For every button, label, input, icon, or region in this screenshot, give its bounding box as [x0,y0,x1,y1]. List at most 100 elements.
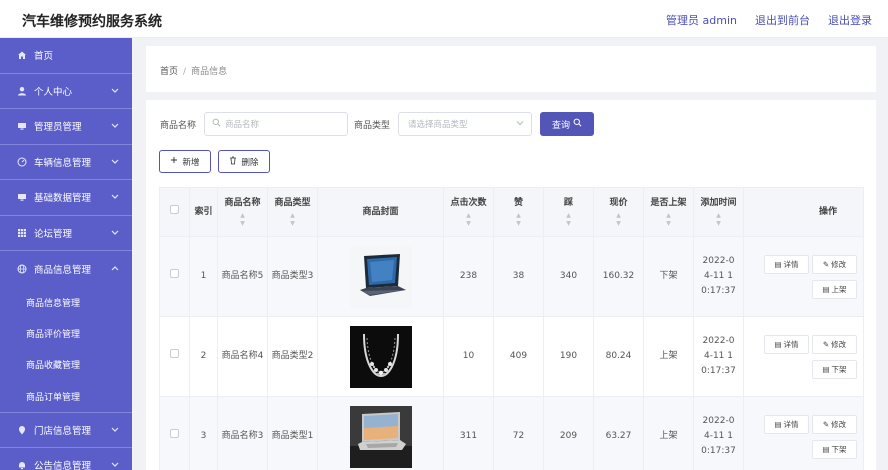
sidebar-item-profile[interactable]: 个人中心 [0,74,132,109]
name-search-input[interactable]: 商品名称 [204,112,349,136]
toggle-sale-button[interactable]: ▤ 上架 [812,279,857,299]
products-submenu: 商品信息管理 商品评价管理 商品收藏管理 商品订单管理 [0,286,132,413]
sort-icon[interactable]: ▲ ▼ [494,212,543,228]
submenu-item-product-reviews[interactable]: 商品评价管理 [0,318,132,349]
row-checkbox[interactable] [170,349,179,358]
cell-added: 2022-04-11 10:17:37 [693,316,744,397]
submenu-item-product-info[interactable]: 商品信息管理 [0,287,132,318]
toggle-sale-button[interactable]: ▤ 下架 [812,439,857,459]
query-button[interactable]: 查询 [540,112,595,136]
pin-icon [16,425,28,435]
cell-price: 160.32 [593,236,644,317]
cell-type: 商品类型1 [267,396,318,470]
sort-icon[interactable]: ▲ ▼ [444,212,493,228]
pencil-icon: ✎ [822,419,830,429]
sidebar-item-label: 车辆信息管理 [34,157,92,169]
header-added[interactable]: 添加时间 ▲ ▼ [693,187,744,237]
row-actions: ▤ 详情 ✎ 修改 ▤ 上架 [748,254,859,299]
name-search-placeholder: 商品名称 [225,120,260,130]
gauge-icon [16,157,28,167]
sort-icon[interactable]: ▲ ▼ [594,212,643,228]
detail-button[interactable]: ▤ 详情 [764,414,809,434]
chevron-down-icon [111,228,119,237]
delete-button-label: 删除 [241,157,259,168]
sidebar-item-vehicles[interactable]: 车辆信息管理 [0,145,132,180]
breadcrumb-current: 商品信息 [191,67,228,77]
plus-icon [170,156,178,167]
header-clicks[interactable]: 点击次数 ▲ ▼ [443,187,494,237]
sidebar-item-home[interactable]: 首页 [0,38,132,74]
pencil-icon: ✎ [822,339,830,349]
row-checkbox[interactable] [170,429,179,438]
row-select-cell [159,236,190,317]
header-label: 点击次数 [450,197,487,208]
product-cover-laptop [349,245,412,308]
cell-ops: ▤ 详情 ✎ 修改 ▤ 上架 [743,236,864,317]
cell-price: 63.27 [593,396,644,470]
sidebar: 首页 个人中心 管理员管理 车辆信息管理 基础数据管理 论坛管理 商品信息管理 … [0,38,132,470]
header-label: 操作 [818,206,837,217]
pencil-icon: ✎ [822,259,830,269]
header-label: 商品类型 [274,197,311,208]
chevron-down-icon [111,425,119,434]
detail-button[interactable]: ▤ 详情 [764,334,809,354]
header-likes[interactable]: 赞 ▲ ▼ [493,187,544,237]
detail-button[interactable]: ▤ 详情 [764,254,809,274]
header-dislikes[interactable]: 踩 ▲ ▼ [543,187,594,237]
chevron-down-icon [516,119,524,129]
app-title: 汽车维修预约服务系统 [22,14,162,30]
edit-button[interactable]: ✎ 修改 [812,414,857,434]
sidebar-item-base-data[interactable]: 基础数据管理 [0,180,132,216]
submenu-item-product-favorites[interactable]: 商品收藏管理 [0,349,132,380]
sort-icon[interactable]: ▲ ▼ [218,212,267,228]
type-select[interactable]: 请选择商品类型 [398,112,533,136]
front-link[interactable]: 退出到前台 [755,12,810,28]
sidebar-item-label: 个人中心 [34,86,73,98]
sort-icon[interactable]: ▲ ▼ [268,212,317,228]
sidebar-item-products[interactable]: 商品信息管理 [0,251,132,287]
toggle-sale-button-label: 下架 [831,444,847,454]
cell-added: 2022-04-11 10:17:37 [693,396,744,470]
monitor-icon [16,121,28,131]
sidebar-item-notices[interactable]: 公告信息管理 [0,448,132,470]
header-price[interactable]: 现价 ▲ ▼ [593,187,644,237]
sidebar-item-label: 商品信息管理 [34,264,92,276]
cell-type: 商品类型2 [267,316,318,397]
submenu-item-product-orders[interactable]: 商品订单管理 [0,380,132,411]
add-button-label: 新增 [182,157,200,168]
sidebar-item-forum[interactable]: 论坛管理 [0,216,132,251]
toggle-sale-button[interactable]: ▤ 下架 [812,359,857,379]
sidebar-item-admins[interactable]: 管理员管理 [0,109,132,145]
breadcrumb-home[interactable]: 首页 [160,67,178,77]
edit-button[interactable]: ✎ 修改 [812,334,857,354]
header-cover: 商品封面 [317,187,444,237]
products-table: 索引 商品名称 ▲ ▼ 商品类型 ▲ ▼ 商品封面 点击次数 ▲ ▼ 赞 ▲ ▼ 踩 ▲ ▼ 现价 ▲… [159,187,864,470]
sort-icon[interactable]: ▲ ▼ [644,212,693,228]
add-button[interactable]: 新增 [159,150,211,173]
header-type[interactable]: 商品类型 ▲ ▼ [267,187,318,237]
sort-icon[interactable]: ▲ ▼ [694,212,743,228]
query-button-label: 查询 [552,120,571,131]
logout-link[interactable]: 退出登录 [828,12,872,28]
header-label: 踩 [563,197,573,208]
sort-icon[interactable]: ▲ ▼ [544,212,593,228]
edit-button[interactable]: ✎ 修改 [812,254,857,274]
detail-button-label: 详情 [783,339,799,349]
sidebar-item-stores[interactable]: 门店信息管理 [0,413,132,449]
row-checkbox[interactable] [170,269,179,278]
trash-icon [229,156,237,168]
header-on-sale[interactable]: 是否上架 ▲ ▼ [643,187,694,237]
delete-button[interactable]: 删除 [218,150,270,173]
header-name[interactable]: 商品名称 ▲ ▼ [217,187,268,237]
sidebar-item-label: 首页 [34,51,54,63]
edit-button-label: 修改 [831,259,847,269]
row-actions: ▤ 详情 ✎ 修改 ▤ 下架 [748,334,859,379]
select-all-checkbox[interactable] [170,205,179,214]
chevron-down-icon [111,461,119,470]
admin-label[interactable]: 管理员 admin [666,12,737,28]
cell-name: 商品名称3 [217,396,268,470]
document-icon: ▤ [822,444,830,454]
row-select-cell [159,316,190,397]
cell-on-sale: 上架 [643,316,694,397]
user-icon [16,86,28,96]
